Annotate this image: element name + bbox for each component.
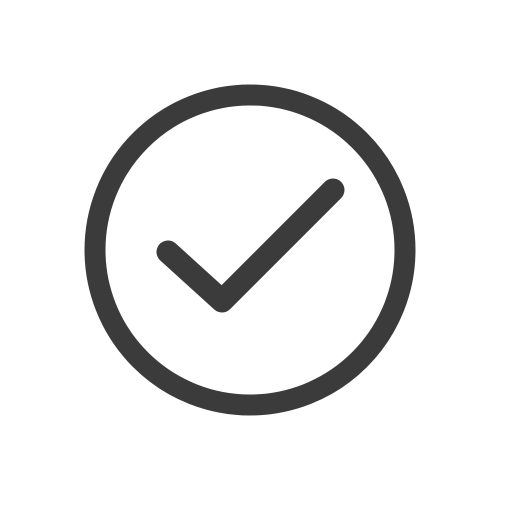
icon-canvas	[0, 0, 512, 512]
checkmark	[156, 178, 345, 313]
check-circle-icon	[0, 0, 512, 512]
circle-outline	[84, 84, 416, 416]
check-circle-svg	[84, 84, 416, 416]
